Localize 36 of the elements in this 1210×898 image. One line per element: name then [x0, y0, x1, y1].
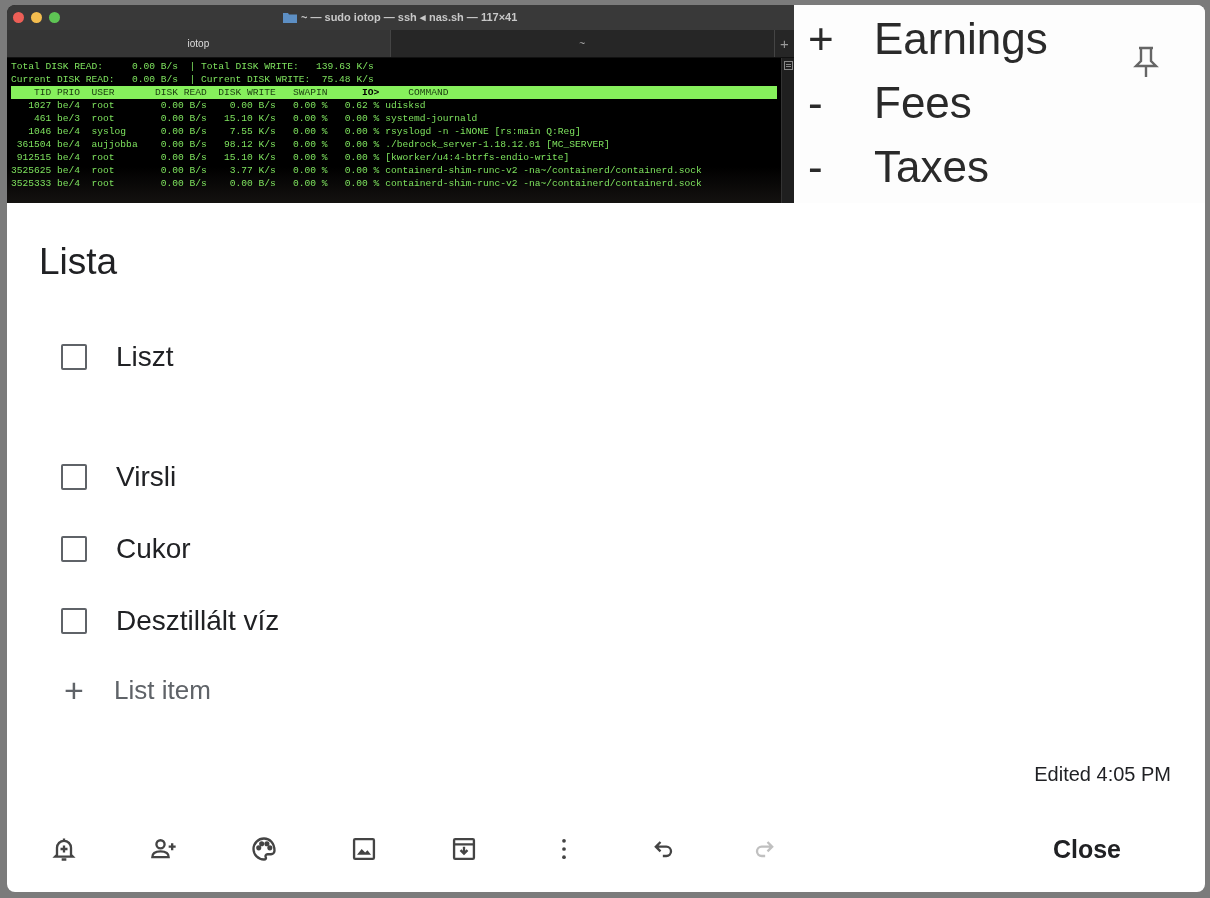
folder-icon [283, 12, 297, 23]
process-row-text: 1046 be/4 syslog 0.00 B/s 7.55 K/s 0.00 % 0.00 % rsyslogd -n -iNONE [rs:main Q:Reg] [27, 125, 582, 138]
checkbox[interactable] [61, 344, 87, 370]
column-header-bar: TID PRIO USER DISK READ DISK WRITE SWAPIN IO> COMMAND [11, 86, 777, 99]
window-title: ~ — sudo iotop — ssh ◂ nas.sh — 117×41 [301, 11, 518, 24]
list-text: Earnings [874, 13, 1048, 65]
window-controls-icon [13, 12, 60, 23]
sign-text: - [808, 77, 824, 129]
list-item-text[interactable]: Virsli [116, 461, 177, 493]
scrollbar-icon [783, 61, 793, 70]
list-text: Taxes [874, 141, 989, 193]
checkbox[interactable] [61, 464, 87, 490]
checkbox[interactable] [61, 608, 87, 634]
terminal-tab[interactable]: iotop [7, 30, 391, 57]
sign-text: + [808, 13, 835, 65]
list-item-text[interactable]: Liszt [116, 341, 174, 373]
add-icon: + [61, 670, 87, 710]
list-text: Fees [874, 77, 972, 129]
pin-button[interactable] [1131, 45, 1161, 79]
checkbox[interactable] [61, 536, 87, 562]
process-row-text: 1027 be/4 root 0.00 B/s 0.00 B/s 0.00 % 0.62 % udisksd [27, 99, 427, 112]
process-row-text: 361504 be/4 aujjobba 0.00 B/s 98.12 K/s 0.00 % 0.00 % ./bedrock_server-1.18.12.01 [MC_SERVER] [15, 138, 611, 151]
note-title[interactable]: Lista [39, 241, 1205, 283]
process-row-text: 461 be/3 root 0.00 B/s 15.10 K/s 0.00 % 0.00 % systemd-journald [33, 112, 479, 125]
process-row-text: 912515 be/4 root 0.00 B/s 15.10 K/s 0.00 % 0.00 % [kworker/u4:4-btrfs-endio-write] [15, 151, 571, 164]
summary-line: Current DISK READ: 0.00 B/s | Current DISK WRITE: 75.48 K/s [11, 73, 375, 86]
list-item-text[interactable]: Desztillált víz [116, 605, 280, 637]
process-row-text: 3525333 be/4 root 0.00 B/s 0.00 B/s 0.00 % 0.00 % containerd-shim-runc-v2 -na~/containerd/containerd.sock [11, 177, 703, 190]
process-row-text: 3525625 be/4 root 0.00 B/s 3.77 K/s 0.00 % 0.00 % containerd-shim-runc-v2 -na~/containerd/containerd.sock [11, 164, 703, 177]
new-tab-button[interactable]: + [774, 30, 794, 57]
list-item-text[interactable]: Cukor [116, 533, 191, 565]
terminal-tab[interactable]: ~ [390, 30, 775, 57]
close-button[interactable]: Close [1040, 828, 1133, 870]
summary-line: Total DISK READ: 0.00 B/s | Total DISK WRITE: 139.63 K/s [11, 60, 375, 73]
sign-text: - [808, 141, 824, 193]
edited-time: Edited 4:05 PM [1034, 763, 1171, 786]
